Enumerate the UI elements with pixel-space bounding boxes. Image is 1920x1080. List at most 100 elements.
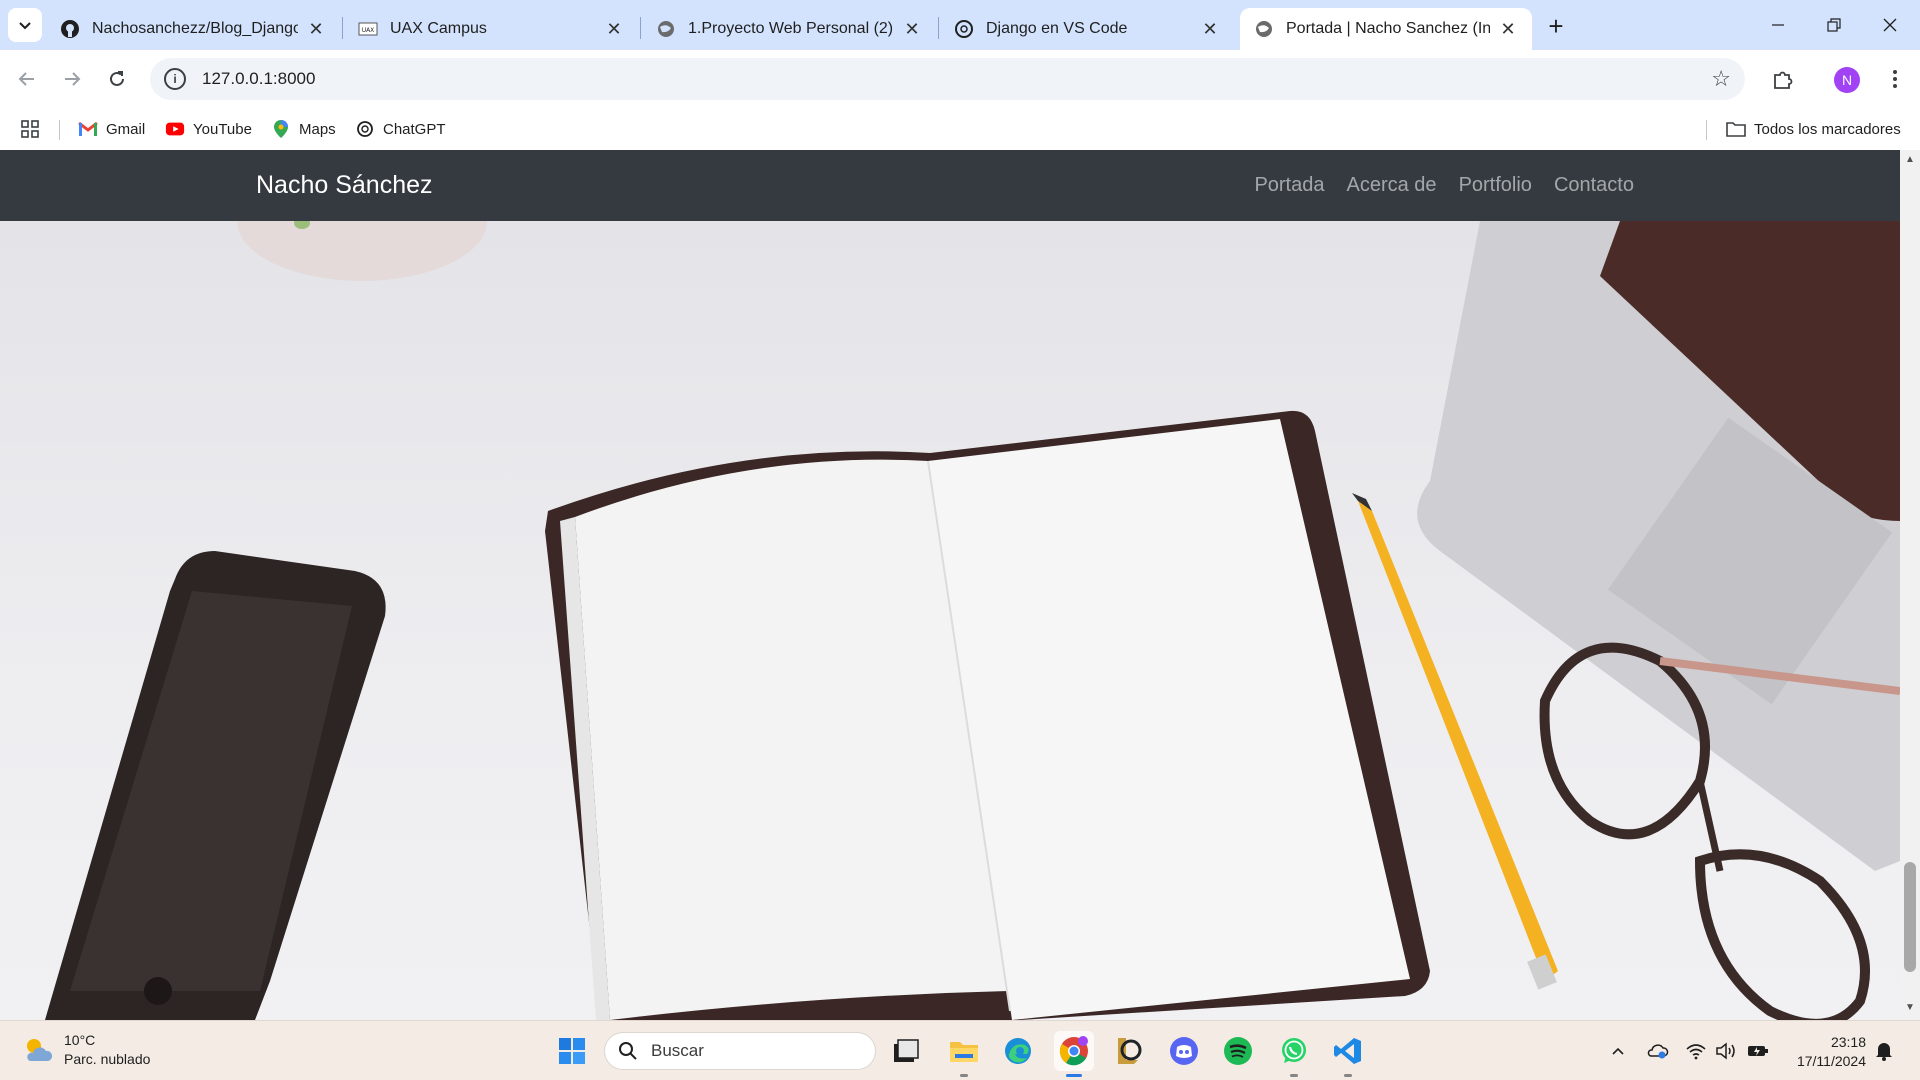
weather-temp: 10°C [64, 1032, 96, 1048]
clock-time: 23:18 [1830, 1034, 1866, 1050]
taskbar-app-whatsapp[interactable] [1274, 1031, 1314, 1077]
tab-title: UAX Campus [390, 20, 487, 37]
taskbar-search[interactable]: Buscar [604, 1032, 876, 1070]
bell-icon [1876, 1043, 1892, 1061]
chatgpt-icon [355, 119, 375, 139]
notification-button[interactable] [1872, 1039, 1896, 1063]
more-vert-icon [1893, 70, 1897, 88]
wifi-icon [1686, 1044, 1706, 1060]
minimize-button[interactable] [1748, 0, 1808, 50]
profile-avatar[interactable]: N [1834, 67, 1860, 93]
tray-battery[interactable] [1746, 1039, 1770, 1063]
close-icon[interactable]: ✕ [1498, 19, 1518, 39]
bookmark-label: YouTube [193, 120, 252, 138]
close-icon[interactable]: ✕ [604, 19, 624, 39]
reload-button[interactable] [100, 62, 134, 96]
taskbar-app-chrome[interactable] [1054, 1031, 1094, 1077]
league-icon [1118, 1038, 1142, 1064]
chatgpt-icon [954, 19, 974, 39]
weather-desc: Parc. nublado [64, 1051, 151, 1067]
gmail-icon [78, 119, 98, 139]
start-button[interactable] [552, 1031, 592, 1071]
nav-portfolio[interactable]: Portfolio [1459, 174, 1532, 197]
tray-volume[interactable] [1714, 1039, 1738, 1063]
tab-search-button[interactable] [8, 8, 42, 42]
tab-portada-active[interactable]: Portada | Nacho Sanchez (Ingen ✕ [1240, 8, 1532, 50]
tab-github[interactable]: Nachosanchezz/Blog_Django ✕ [46, 8, 340, 50]
close-icon[interactable]: ✕ [306, 19, 326, 39]
url-text[interactable]: 127.0.0.1:8000 [202, 69, 315, 89]
nav-acerca-de[interactable]: Acerca de [1347, 174, 1437, 197]
weather-widget[interactable]: 10°C Parc. nublado [22, 1031, 150, 1069]
window-close-button[interactable] [1860, 0, 1920, 50]
bookmark-star-icon[interactable]: ☆ [1711, 66, 1731, 92]
extensions-button[interactable] [1766, 62, 1800, 96]
hero-image [0, 161, 1900, 1020]
taskbar-app-file-explorer[interactable] [944, 1031, 984, 1077]
tab-separator [342, 17, 343, 39]
taskbar-app-vscode[interactable] [1328, 1031, 1368, 1077]
close-icon[interactable]: ✕ [1200, 19, 1220, 39]
tray-wifi[interactable] [1684, 1039, 1708, 1063]
bookmark-separator [1706, 120, 1707, 140]
youtube-icon [165, 119, 185, 139]
cloud-sync-icon [1647, 1044, 1669, 1059]
discord-icon [1170, 1037, 1198, 1065]
taskbar-app-spotify[interactable] [1218, 1031, 1258, 1071]
speaker-icon [1716, 1042, 1735, 1060]
page-scrollbar[interactable]: ▲ ▼ [1900, 150, 1920, 1020]
tray-onedrive[interactable] [1646, 1039, 1670, 1063]
tab-django-vscode[interactable]: Django en VS Code ✕ [940, 8, 1234, 50]
scrollbar-thumb[interactable] [1904, 862, 1916, 972]
tab-title: Nachosanchezz/Blog_Django [92, 20, 298, 37]
bookmark-youtube[interactable]: YouTube [165, 118, 252, 140]
nav-portada[interactable]: Portada [1254, 174, 1324, 197]
site-nav-links: Portada Acerca de Portfolio Contacto [1254, 174, 1634, 197]
tray-overflow-button[interactable] [1606, 1039, 1630, 1063]
all-bookmarks-button[interactable]: Todos los marcadores [1726, 118, 1901, 140]
taskbar-app-taskview[interactable] [886, 1031, 926, 1071]
tab-proyecto-pdf[interactable]: 1.Proyecto Web Personal (2).pdf ✕ [642, 8, 936, 50]
restore-icon [1827, 18, 1841, 32]
forward-button[interactable] [55, 62, 89, 96]
new-tab-button[interactable]: + [1542, 11, 1570, 41]
arrow-right-icon [65, 72, 81, 86]
reload-icon [110, 71, 124, 86]
tab-separator [640, 17, 641, 39]
chrome-icon [1059, 1036, 1088, 1066]
minimize-icon [1772, 24, 1784, 26]
uax-icon: UAX [358, 19, 378, 39]
site-info-icon[interactable]: i [164, 68, 186, 90]
tab-title: Portada | Nacho Sanchez (Ingen [1286, 20, 1490, 37]
taskbar-clock[interactable]: 23:18 17/11/2024 [1780, 1033, 1866, 1071]
site-navbar: Nacho Sánchez Portada Acerca de Portfoli… [0, 150, 1900, 221]
chevron-up-icon [1612, 1047, 1624, 1055]
bookmark-gmail[interactable]: Gmail [78, 118, 145, 140]
bookmark-chatgpt[interactable]: ChatGPT [355, 118, 446, 140]
bookmark-label: ChatGPT [383, 120, 446, 138]
globe-icon [1254, 19, 1274, 39]
globe-icon [656, 19, 676, 39]
address-bar[interactable]: i 127.0.0.1:8000 ☆ [150, 58, 1745, 100]
apps-button[interactable] [20, 118, 40, 140]
bookmark-maps[interactable]: Maps [271, 118, 336, 140]
browser-menu-button[interactable] [1880, 62, 1910, 96]
close-icon[interactable]: ✕ [902, 19, 922, 39]
taskbar-app-discord[interactable] [1164, 1031, 1204, 1071]
tab-uax-campus[interactable]: UAX UAX Campus ✕ [344, 8, 638, 50]
site-brand[interactable]: Nacho Sánchez [256, 171, 433, 200]
restore-button[interactable] [1804, 0, 1864, 50]
task-view-icon [894, 1039, 919, 1062]
search-icon [617, 1040, 639, 1062]
back-button[interactable] [10, 62, 44, 96]
all-bookmarks-label: Todos los marcadores [1754, 120, 1901, 138]
tab-separator [938, 17, 939, 39]
running-indicator [960, 1074, 968, 1077]
taskbar-app-league[interactable] [1108, 1031, 1148, 1071]
taskbar-app-edge[interactable] [998, 1031, 1038, 1071]
nav-contacto[interactable]: Contacto [1554, 174, 1634, 197]
arrow-left-icon [18, 72, 34, 86]
scroll-down-icon[interactable]: ▼ [1904, 1002, 1916, 1014]
scroll-up-icon[interactable]: ▲ [1904, 154, 1916, 166]
clock-date: 17/11/2024 [1796, 1053, 1866, 1069]
